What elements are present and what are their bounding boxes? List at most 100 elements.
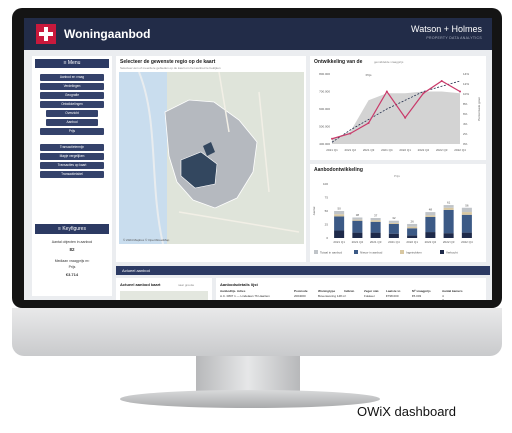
table-cell: Fokkeer: [364, 294, 375, 298]
legend-swatch: [400, 250, 404, 254]
sidebar-item-transactietabel[interactable]: Transactietabel: [40, 171, 104, 178]
price-point: [349, 132, 352, 135]
map-subtitle: Selecteer één of meerdere gebieden op de…: [120, 66, 221, 70]
legend-swatch: [440, 250, 444, 254]
price-point: [440, 80, 443, 82]
bar-segment: [370, 220, 381, 222]
table-header-cell: Aantal kamers: [442, 289, 463, 293]
bar-segment: [352, 219, 363, 221]
sidebar-item-verdelingen[interactable]: Verdelingen: [40, 83, 104, 90]
monitor-foot: [120, 390, 380, 408]
y-tick-label: 500.000: [319, 125, 330, 129]
bar-chart-title: Aanbodontwikkeling: [314, 167, 363, 173]
bar-segment: [425, 216, 436, 233]
bar-data-label: 61: [447, 201, 451, 205]
line-chart: 400.000 500.000 600.000 700.000 800.000 0% 2% 4…: [319, 72, 481, 152]
bar-segment: [352, 220, 363, 233]
bar-segment: [388, 233, 399, 238]
map-attribution: © 2024 Mapbox © OpenStreetMap: [123, 238, 170, 242]
bar-segment: [370, 218, 381, 221]
bar-data-label: 48: [429, 208, 433, 212]
table-cell: €5.003: [412, 294, 422, 298]
bar-data-label: 56: [465, 203, 469, 207]
bar-y-tick: 75: [325, 196, 329, 200]
coastline: [138, 72, 164, 244]
bar-data-label: 26: [410, 219, 414, 223]
bar-segment: [334, 216, 345, 231]
region-map[interactable]: © 2024 Mapbox © OpenStreetMap: [119, 72, 304, 244]
table-header-cell: M² vraagprijs: [412, 289, 431, 293]
table-cell: 2004000: [294, 294, 306, 298]
x-tick-label: 2021 Q1: [326, 148, 338, 152]
bar-y-tick: 25: [325, 223, 329, 227]
legend-swatch: [314, 250, 318, 254]
growth-band: [332, 91, 460, 144]
bar-segment: [334, 214, 345, 217]
price-point: [404, 116, 407, 119]
legend-label: Verkocht: [446, 251, 458, 255]
sidebar-item-transacties-op-kaart[interactable]: Transacties op kaart: [40, 162, 104, 169]
monitor-stand: [196, 356, 300, 394]
table-header-cell: Aanbodlijs. Adres: [220, 289, 246, 293]
sidebar-item-mapje-vergelijken[interactable]: Mapje vergelijken: [40, 153, 104, 160]
x-tick-label: 2022 Q3: [436, 148, 448, 152]
table-cell: 7: [442, 298, 444, 300]
line-chart-title: Ontwikkeling van de: [314, 59, 363, 65]
bar-x-tick: 2022 Q3: [443, 240, 455, 244]
bar-segment: [334, 230, 345, 238]
price-development-panel: Ontwikkeling van de gemiddelde vraagprij…: [310, 56, 486, 160]
y-tick-label: 600.000: [319, 107, 330, 111]
bar-x-tick: 2021 Q2: [352, 240, 364, 244]
plus-logo-icon: [36, 24, 56, 44]
bar-x-tick: 2021 Q4: [388, 240, 400, 244]
sidebar-item-aanbod-en-vraag[interactable]: Aanbod en vraag: [40, 74, 104, 81]
y2-axis-label: Percentuele groei: [477, 97, 481, 121]
sidebar-item-prijs[interactable]: Prijs: [40, 128, 104, 135]
kf-value-price: €3.714: [65, 272, 79, 277]
listing-panel: Aanbodsdetails lijst Aanbodlijs. Adres Po…: [216, 278, 486, 300]
sidebar-item-aanbod[interactable]: Aanbod: [46, 119, 98, 126]
bar-y-tick: 0: [326, 236, 328, 240]
supply-map-panel: Actueel aanbod kaart naar grootte: [116, 278, 212, 300]
listing-title: Aanbodsdetails lijst: [220, 282, 258, 287]
supply-map-subtitle: naar grootte: [178, 283, 195, 287]
y2-tick-label: 12%: [463, 82, 469, 86]
bar-x-tick: 2022 Q1: [406, 240, 418, 244]
bar-data-label: 38: [356, 213, 360, 217]
bar-segment: [370, 221, 381, 233]
supply-map[interactable]: [120, 291, 208, 300]
keyfigures-header[interactable]: ≡ Keyfigures: [35, 224, 109, 234]
y-tick-label: 700.000: [319, 90, 330, 94]
y2-tick-label: 2%: [463, 132, 468, 136]
bar-segment: [443, 207, 454, 210]
app-title: Woningaanbod: [64, 27, 151, 41]
kf-label-price: Mediaan vraagprijs m²: [54, 259, 90, 263]
table-header-cell: Laatste vr.: [386, 289, 401, 293]
bar-segment: [461, 207, 472, 213]
map-regions[interactable]: [119, 72, 304, 244]
table-header-cell: Woningtype: [318, 289, 336, 293]
bar-segment: [352, 232, 363, 238]
bar-segment: [388, 223, 399, 234]
dashboard-screen: Woningaanbod Watson + Holmes PROPERTY DA…: [24, 18, 492, 300]
legend-label: Totaal in aanbod: [320, 251, 342, 255]
sidebar-item-ontwikkelingen[interactable]: Ontwikkelingen: [40, 101, 104, 108]
bar-x-tick: 2022 Q4: [461, 240, 473, 244]
bar-y-tick: 50: [325, 209, 329, 213]
menu-header[interactable]: ≡ Menu: [35, 59, 109, 68]
sidebar-item-geografie[interactable]: Geografie: [40, 92, 104, 99]
y2-tick-label: 14%: [463, 72, 469, 76]
table-cell: A.C. 0807 1 — Lindelaan 76 Haarlem: [220, 294, 270, 298]
brand-name: Watson + Holmes: [411, 24, 482, 34]
bar-chart: 0 25 50 75 100 Aantal 50 2021 Q1 38 2021 Q2 37 2021…: [312, 182, 473, 255]
bar-segment: [407, 223, 418, 227]
sidebar-item-transactietermijn[interactable]: Transactietermijn: [40, 144, 104, 151]
price-point: [422, 92, 425, 95]
sidebar-item-overzicht[interactable]: Overzicht: [46, 110, 98, 117]
bar-segment: [443, 209, 454, 234]
bar-segment: [425, 232, 436, 238]
x-tick-label: 2022 Q4: [454, 148, 466, 152]
series-label-price: Prijs: [366, 73, 372, 77]
bar-segment: [425, 212, 436, 216]
x-tick-label: 2021 Q2: [345, 148, 357, 152]
